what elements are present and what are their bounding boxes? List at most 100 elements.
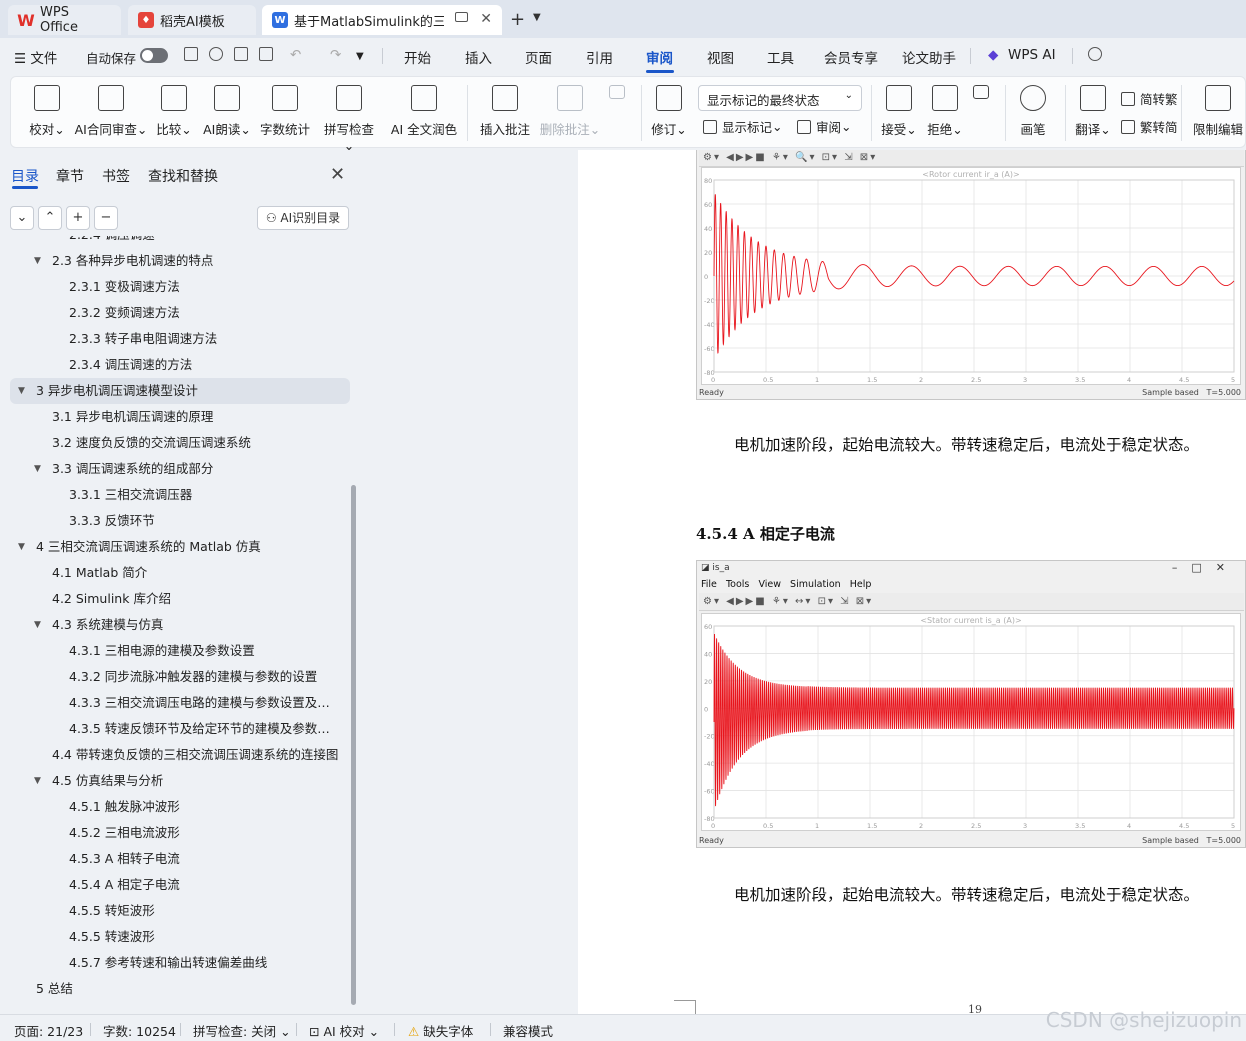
toc-item[interactable]: 4.3.5 转速反馈环节及给定环节的建模及参数设置: [10, 716, 350, 742]
redo-icon[interactable]: ↷: [330, 47, 341, 63]
menu-start[interactable]: 开始: [404, 47, 431, 67]
toc-item[interactable]: 4.5.5 转矩波形: [10, 898, 350, 924]
toc-item[interactable]: 2.3.1 变极调速方法: [10, 274, 350, 300]
expand-arrow-icon[interactable]: ▼: [34, 248, 41, 274]
menu-thesis-assistant[interactable]: 论文助手: [902, 47, 956, 67]
word-count-button[interactable]: 字数统计: [259, 83, 311, 143]
insert-comment-button[interactable]: 插入批注: [479, 83, 531, 143]
tab-wps-office[interactable]: W WPS Office: [8, 5, 121, 35]
spell-check-button[interactable]: 拼写检查⌄: [319, 83, 379, 153]
ai-read-aloud-button[interactable]: AI朗读⌄: [201, 83, 253, 143]
toc-item[interactable]: 4.5.1 触发脉冲波形: [10, 794, 350, 820]
save-icon[interactable]: [184, 47, 198, 61]
menu-wps-ai[interactable]: WPS AI: [1008, 47, 1056, 63]
menu-review[interactable]: 审阅: [646, 47, 673, 67]
toc-item[interactable]: 3.2 速度负反馈的交流调压调速系统: [10, 430, 350, 456]
pen-button[interactable]: 画笔: [1013, 83, 1053, 143]
menu-page[interactable]: 页面: [525, 47, 552, 67]
review-pane-button[interactable]: 审阅 ⌄: [797, 117, 852, 136]
ai-contract-review-button[interactable]: AI合同审查⌄: [73, 83, 149, 143]
toc-item[interactable]: ▼ 4.5 仿真结果与分析: [10, 768, 350, 794]
expand-arrow-icon[interactable]: ▼: [34, 456, 41, 482]
markup-mode-select[interactable]: 显示标记的最终状态 ⌄: [698, 85, 862, 111]
file-menu[interactable]: ☰ 文件: [14, 47, 57, 67]
toc-item[interactable]: 2.3.4 调压调速的方法: [10, 352, 350, 378]
collapse-down-icon[interactable]: ⌄: [10, 206, 34, 230]
toc-item[interactable]: 3.3.1 三相交流调压器: [10, 482, 350, 508]
page-indicator[interactable]: 页面: 21/23: [14, 1021, 83, 1040]
expand-arrow-icon[interactable]: ▼: [18, 378, 25, 404]
toc-item[interactable]: 2.3.2 变频调速方法: [10, 300, 350, 326]
ai-polish-button[interactable]: AI 全文润色: [389, 83, 459, 143]
window-controls[interactable]: –□✕: [1172, 561, 1239, 574]
delete-comment-button[interactable]: 删除批注⌄: [539, 83, 601, 143]
toc-item[interactable]: ▼ 2.3 各种异步电机调速的特点: [10, 248, 350, 274]
menu-view[interactable]: 视图: [707, 47, 734, 67]
menu-tools[interactable]: 工具: [767, 47, 794, 67]
search-icon[interactable]: [1088, 47, 1102, 61]
toc-item[interactable]: 4.3.2 同步流脉冲触发器的建模与参数的设置: [10, 664, 350, 690]
show-markup-button[interactable]: 显示标记 ⌄: [703, 117, 783, 136]
tab-toc[interactable]: 目录: [11, 166, 39, 186]
tab-document[interactable]: W 基于MatlabSimulink的三相... ✕: [262, 5, 502, 35]
toc-item[interactable]: ▼ 3.3 调压调速系统的组成部分: [10, 456, 350, 482]
tab-find-replace[interactable]: 查找和替换: [148, 166, 218, 186]
quick-access-chevron-icon[interactable]: ▼: [356, 51, 364, 62]
undo-icon[interactable]: ↶: [290, 47, 301, 63]
revise-button[interactable]: 修订⌄: [649, 83, 689, 143]
new-tab-button[interactable]: +: [510, 9, 525, 30]
translate-button[interactable]: 翻译⌄: [1073, 83, 1113, 143]
expand-arrow-icon[interactable]: ▼: [34, 768, 41, 794]
spell-check-status[interactable]: 拼写检查: 关闭 ⌄: [193, 1021, 291, 1040]
reject-button[interactable]: 拒绝⌄: [925, 83, 965, 143]
collapse-up-icon[interactable]: ⌃: [38, 206, 62, 230]
accept-button[interactable]: 接受⌄: [879, 83, 919, 143]
toc-item[interactable]: 2.3.3 转子串电阻调速方法: [10, 326, 350, 352]
missing-font-status[interactable]: ⚠ 缺失字体: [408, 1021, 473, 1040]
remove-heading-icon[interactable]: −: [94, 206, 118, 230]
menu-references[interactable]: 引用: [586, 47, 613, 67]
share-icon[interactable]: [209, 47, 223, 61]
print-icon[interactable]: [234, 47, 248, 61]
tab-daoke-templates[interactable]: ♦ 稻壳AI模板: [128, 5, 256, 35]
toc-item[interactable]: 4.3.3 三相交流调压电路的建模与参数设置及仿真: [10, 690, 350, 716]
menu-member[interactable]: 会员专享: [824, 47, 878, 67]
ai-recognize-toc-button[interactable]: ⚇ AI识别目录: [257, 206, 349, 230]
toc-item[interactable]: 4.2 Simulink 库介绍: [10, 586, 350, 612]
toc-item[interactable]: 3.1 异步电机调压调速的原理: [10, 404, 350, 430]
toc-item[interactable]: 4.4 带转速负反馈的三相交流调压调速系统的连接图: [10, 742, 350, 768]
toc-item[interactable]: ▼ 4 三相交流调压调速系统的 Matlab 仿真: [10, 534, 350, 560]
menu-insert[interactable]: 插入: [465, 47, 492, 67]
toc-item[interactable]: 4.5.4 A 相定子电流: [10, 872, 350, 898]
close-pane-icon[interactable]: ✕: [330, 164, 345, 185]
word-count-indicator[interactable]: 字数: 10254: [103, 1021, 176, 1040]
expand-arrow-icon[interactable]: ▼: [34, 612, 41, 638]
add-heading-icon[interactable]: +: [66, 206, 90, 230]
toc-item[interactable]: 4.5.7 参考转速和输出转速偏差曲线: [10, 950, 350, 976]
toc-item[interactable]: 4.5.5 转速波形: [10, 924, 350, 950]
toc-item[interactable]: ▼ 3 异步电机调压调速模型设计: [10, 378, 350, 404]
toc-item[interactable]: 4.1 Matlab 简介: [10, 560, 350, 586]
toc-item[interactable]: 3.3.3 反馈环节: [10, 508, 350, 534]
restrict-edit-button[interactable]: 限制编辑: [1191, 83, 1245, 143]
simplified-to-traditional-button[interactable]: 简转繁: [1121, 89, 1178, 108]
toc-item[interactable]: 4.5.3 A 相转子电流: [10, 846, 350, 872]
toc-scrollbar[interactable]: [351, 485, 356, 1005]
toc-item[interactable]: 2.2.4 调压调速: [10, 236, 350, 248]
autosave-toggle[interactable]: [140, 48, 168, 63]
toc-item[interactable]: ▼ 4.3 系统建模与仿真: [10, 612, 350, 638]
expand-arrow-icon[interactable]: ▼: [18, 534, 25, 560]
monitor-icon[interactable]: [455, 12, 468, 22]
toc-item[interactable]: 5 总结: [10, 976, 350, 1002]
chevron-down-icon[interactable]: ▼: [533, 12, 541, 23]
toc-item[interactable]: 4.3.1 三相电源的建模及参数设置: [10, 638, 350, 664]
ai-proofread-status[interactable]: ⊡ AI 校对 ⌄: [309, 1021, 379, 1040]
prev-change-button[interactable]: [971, 83, 991, 143]
print-preview-icon[interactable]: [259, 47, 273, 61]
toc-item[interactable]: 4.5.2 三相电流波形: [10, 820, 350, 846]
tab-chapters[interactable]: 章节: [56, 166, 84, 186]
traditional-to-simplified-button[interactable]: 繁转简: [1121, 117, 1178, 136]
prev-comment-button[interactable]: [607, 83, 627, 143]
tab-bookmarks[interactable]: 书签: [102, 166, 130, 186]
compare-button[interactable]: 比较⌄: [154, 83, 194, 143]
